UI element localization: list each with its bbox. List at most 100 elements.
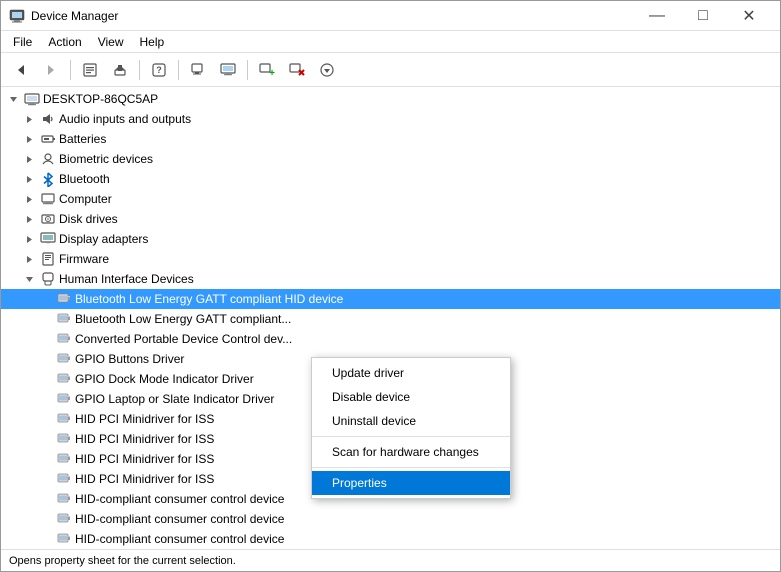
menu-file[interactable]: File (5, 33, 40, 51)
window-title: Device Manager (31, 9, 634, 23)
tree-item-display[interactable]: Display adapters (1, 229, 780, 249)
tree-item-icon-hid2 (56, 311, 72, 327)
main-area: DESKTOP-86QC5APAudio inputs and outputs B… (1, 87, 780, 549)
tree-item-hid13[interactable]: HID-compliant consumer control device (1, 529, 780, 549)
tree-item-label: Bluetooth Low Energy GATT compliant... (75, 312, 291, 326)
tree-item-icon-biometric (40, 151, 56, 167)
tree-expand-icon[interactable] (37, 451, 53, 467)
close-button[interactable]: ✕ (726, 1, 772, 31)
tree-item-icon-disk (40, 211, 56, 227)
tree-item-hid3[interactable]: Converted Portable Device Control dev... (1, 329, 780, 349)
tree-item-hid2[interactable]: Bluetooth Low Energy GATT compliant... (1, 309, 780, 329)
tree-expand-icon[interactable] (37, 331, 53, 347)
tree-item-label: Human Interface Devices (59, 272, 194, 286)
tree-expand-icon[interactable] (37, 411, 53, 427)
tree-item-computer[interactable]: Computer (1, 189, 780, 209)
toolbar-forward-btn[interactable] (37, 57, 65, 83)
context-menu-separator (312, 436, 510, 437)
tree-item-biometric[interactable]: Biometric devices (1, 149, 780, 169)
tree-expand-icon[interactable] (37, 511, 53, 527)
tree-item-icon-hid (40, 271, 56, 287)
status-text: Opens property sheet for the current sel… (9, 555, 236, 567)
tree-item-icon-root (24, 91, 40, 107)
menu-action[interactable]: Action (40, 33, 89, 51)
toolbar-help-btn[interactable]: ? (145, 57, 173, 83)
tree-item-label: HID PCI Minidriver for ISS (75, 412, 214, 426)
tree-item-disk[interactable]: Disk drives (1, 209, 780, 229)
tree-item-label: Firmware (59, 252, 109, 266)
menu-help[interactable]: Help (132, 33, 173, 51)
tree-item-icon-hid3 (56, 331, 72, 347)
tree-item-label: HID PCI Minidriver for ISS (75, 472, 214, 486)
tree-item-icon-hid7 (56, 411, 72, 427)
toolbar-properties-btn[interactable] (76, 57, 104, 83)
tree-item-firmware[interactable]: Firmware (1, 249, 780, 269)
tree-expand-icon[interactable] (37, 351, 53, 367)
tree-expand-icon[interactable] (21, 131, 37, 147)
toolbar-update-driver-btn[interactable] (106, 57, 134, 83)
context-menu-item-uninstall-device[interactable]: Uninstall device (312, 409, 510, 433)
toolbar-add-btn[interactable]: + (253, 57, 281, 83)
tree-item-label: Converted Portable Device Control dev... (75, 332, 292, 346)
tree-expand-icon[interactable] (37, 491, 53, 507)
tree-expand-icon[interactable] (21, 111, 37, 127)
tree-item-label: HID-compliant consumer control device (75, 512, 284, 526)
tree-item-icon-batteries (40, 131, 56, 147)
tree-item-icon-computer (40, 191, 56, 207)
tree-item-icon-audio (40, 111, 56, 127)
tree-item-batteries[interactable]: Batteries (1, 129, 780, 149)
toolbar-down-btn[interactable] (313, 57, 341, 83)
tree-item-label: HID PCI Minidriver for ISS (75, 432, 214, 446)
tree-item-bluetooth[interactable]: Bluetooth (1, 169, 780, 189)
context-menu-item-scan-hardware[interactable]: Scan for hardware changes (312, 440, 510, 464)
tree-expand-icon[interactable] (21, 251, 37, 267)
toolbar-monitor-btn[interactable] (214, 57, 242, 83)
tree-item-icon-hid12 (56, 511, 72, 527)
tree-item-label: GPIO Buttons Driver (75, 352, 184, 366)
tree-item-label: Display adapters (59, 232, 148, 246)
tree-expand-icon[interactable] (21, 171, 37, 187)
tree-expand-icon[interactable] (37, 371, 53, 387)
context-menu-item-disable-device[interactable]: Disable device (312, 385, 510, 409)
tree-expand-icon[interactable] (37, 431, 53, 447)
tree-item-root[interactable]: DESKTOP-86QC5AP (1, 89, 780, 109)
toolbar-sep-3 (178, 60, 179, 80)
toolbar-back-btn[interactable] (7, 57, 35, 83)
tree-expand-icon[interactable] (37, 311, 53, 327)
tree-item-label: Computer (59, 192, 112, 206)
tree-item-icon-hid9 (56, 451, 72, 467)
title-bar: Device Manager — □ ✕ (1, 1, 780, 31)
device-manager-window: Device Manager — □ ✕ File Action View He… (0, 0, 781, 572)
tree-expand-icon[interactable] (21, 231, 37, 247)
tree-expand-icon[interactable] (21, 271, 37, 287)
tree-expand-icon[interactable] (21, 211, 37, 227)
tree-expand-icon[interactable] (37, 471, 53, 487)
toolbar-sep-2 (139, 60, 140, 80)
tree-item-icon-hid11 (56, 491, 72, 507)
tree-item-hid12[interactable]: HID-compliant consumer control device (1, 509, 780, 529)
tree-item-hid1[interactable]: Bluetooth Low Energy GATT compliant HID … (1, 289, 780, 309)
tree-expand-icon[interactable] (37, 391, 53, 407)
tree-expand-icon[interactable] (37, 531, 53, 547)
tree-item-label: GPIO Laptop or Slate Indicator Driver (75, 392, 274, 406)
menu-bar: File Action View Help (1, 31, 780, 53)
toolbar-sep-1 (70, 60, 71, 80)
context-menu-item-properties[interactable]: Properties (312, 471, 510, 495)
tree-item-hid[interactable]: Human Interface Devices (1, 269, 780, 289)
toolbar-scan-btn[interactable] (184, 57, 212, 83)
tree-item-label: Biometric devices (59, 152, 153, 166)
tree-item-label: HID-compliant consumer control device (75, 492, 284, 506)
tree-expand-icon[interactable] (21, 151, 37, 167)
tree-expand-icon[interactable] (5, 91, 21, 107)
tree-expand-icon[interactable] (21, 191, 37, 207)
tree-item-audio[interactable]: Audio inputs and outputs (1, 109, 780, 129)
toolbar-remove-btn[interactable] (283, 57, 311, 83)
tree-expand-icon[interactable] (37, 291, 53, 307)
tree-item-label: GPIO Dock Mode Indicator Driver (75, 372, 254, 386)
maximize-button[interactable]: □ (680, 1, 726, 31)
menu-view[interactable]: View (90, 33, 132, 51)
tree-item-label: Batteries (59, 132, 106, 146)
minimize-button[interactable]: — (634, 1, 680, 31)
context-menu-item-update-driver[interactable]: Update driver (312, 361, 510, 385)
toolbar-sep-4 (247, 60, 248, 80)
